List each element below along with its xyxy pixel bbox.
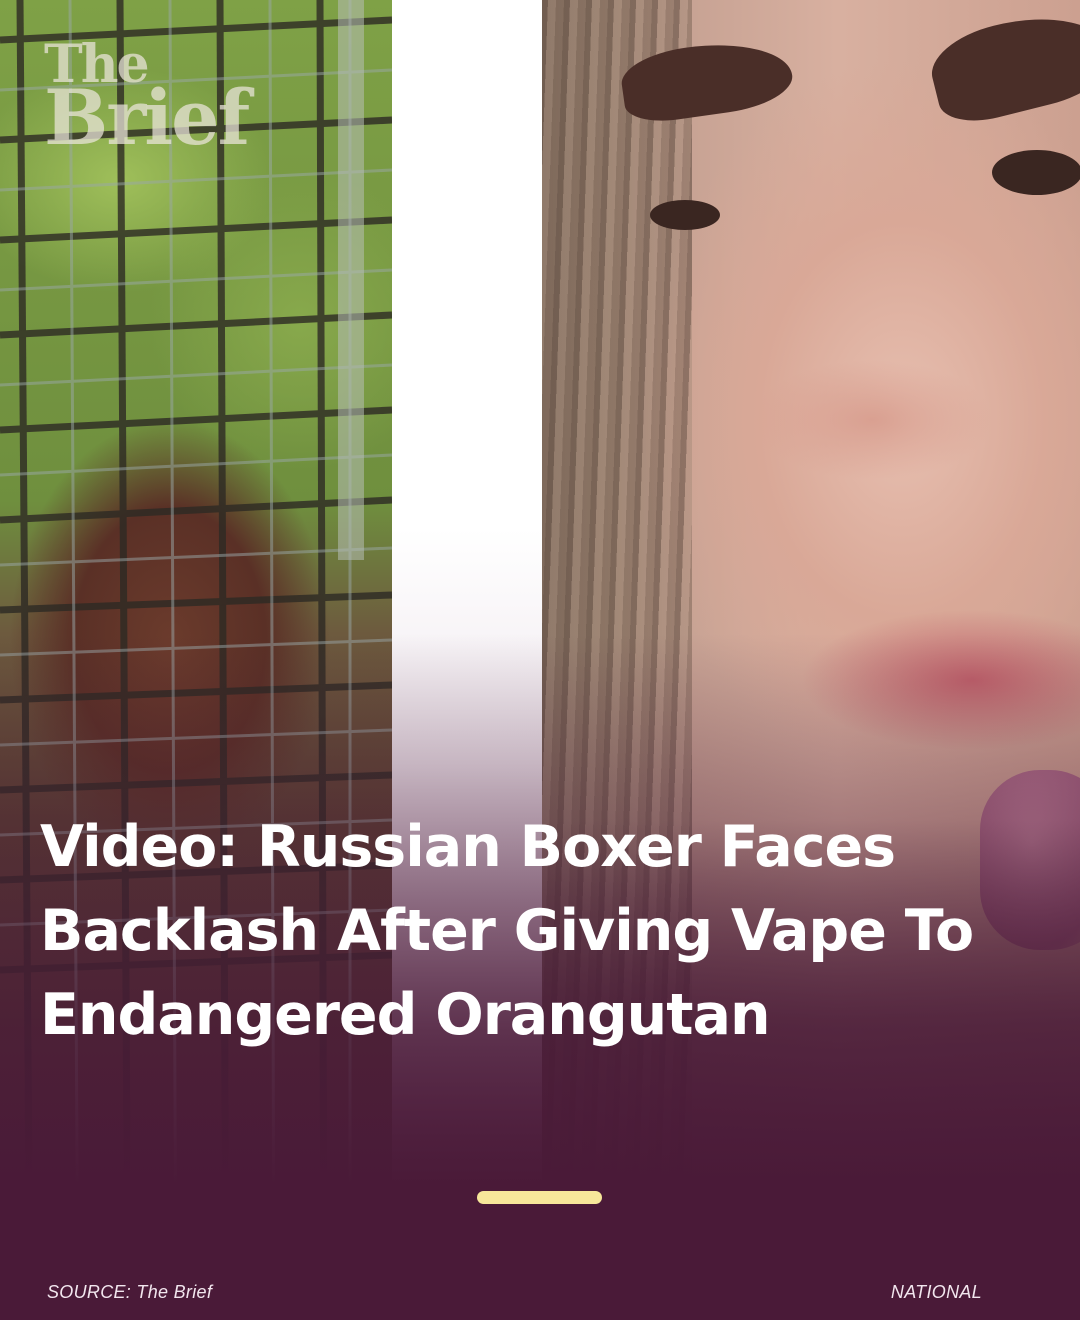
brand-logo: The Brief — [44, 39, 250, 162]
category-label: NATIONAL — [890, 1282, 982, 1302]
carousel-indicator[interactable] — [477, 1191, 602, 1204]
source-label: SOURCE: The Brief — [47, 1282, 213, 1302]
logo-line-2: Brief — [44, 72, 250, 162]
news-card: The Brief Video: Russian Boxer Faces Bac… — [0, 0, 1080, 1320]
gradient-overlay — [0, 0, 1080, 1320]
headline: Video: Russian Boxer Faces Backlash Afte… — [40, 814, 974, 1048]
